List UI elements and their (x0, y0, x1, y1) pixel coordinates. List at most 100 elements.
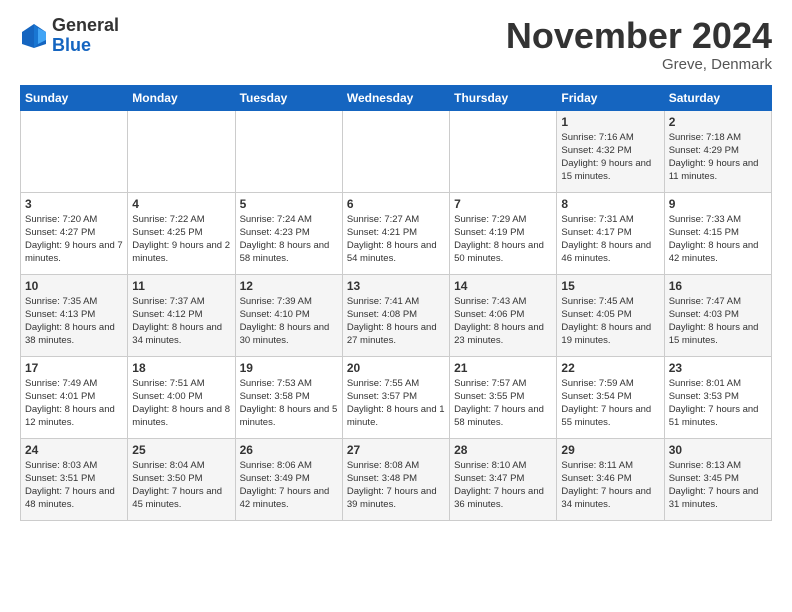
calendar-cell-w3d5: 22Sunrise: 7:59 AM Sunset: 3:54 PM Dayli… (557, 356, 664, 438)
calendar-cell-w3d0: 17 Sunrise: 7:49 AM Sunset: 4:01 PM Dayli… (21, 356, 128, 438)
day-number: 17 (25, 361, 123, 375)
calendar-cell-w2d5: 15 Sunrise: 7:45 AM Sunset: 4:05 PM Dayli… (557, 274, 664, 356)
col-tuesday: Tuesday (235, 85, 342, 110)
calendar-cell-w0d5: 1 Sunrise: 7:16 AM Sunset: 4:32 PM Daylig… (557, 110, 664, 192)
day-info: Sunrise: 7:57 AM Sunset: 3:55 PM Dayligh… (454, 377, 552, 430)
day-number: 21 (454, 361, 552, 375)
location: Greve, Denmark (506, 56, 772, 73)
day-number: 18 (132, 361, 230, 375)
calendar-cell-w0d6: 2 Sunrise: 7:18 AM Sunset: 4:29 PM Daylig… (664, 110, 771, 192)
calendar-cell-w2d3: 13 Sunrise: 7:41 AM Sunset: 4:08 PM Dayli… (342, 274, 449, 356)
col-saturday: Saturday (664, 85, 771, 110)
day-info: Sunrise: 7:29 AM Sunset: 4:19 PM Dayligh… (454, 213, 552, 266)
day-info: Sunrise: 7:18 AM Sunset: 4:29 PM Dayligh… (669, 131, 767, 184)
col-monday: Monday (128, 85, 235, 110)
day-info: Sunrise: 8:01 AM Sunset: 3:53 PM Dayligh… (669, 377, 767, 430)
logo-icon (20, 22, 48, 50)
day-info: Sunrise: 7:47 AM Sunset: 4:03 PM Dayligh… (669, 295, 767, 348)
calendar-cell-w2d6: 16 Sunrise: 7:47 AM Sunset: 4:03 PM Dayli… (664, 274, 771, 356)
day-number: 13 (347, 279, 445, 293)
day-number: 1 (561, 115, 659, 129)
day-number: 14 (454, 279, 552, 293)
calendar-cell-w0d0 (21, 110, 128, 192)
calendar-cell-w2d2: 12 Sunrise: 7:39 AM Sunset: 4:10 PM Dayli… (235, 274, 342, 356)
day-number: 5 (240, 197, 338, 211)
logo-general: General (52, 16, 119, 36)
day-number: 22 (561, 361, 659, 375)
calendar-cell-w1d4: 7Sunrise: 7:29 AM Sunset: 4:19 PM Daylig… (450, 192, 557, 274)
page: General Blue November 2024 Greve, Denmar… (0, 0, 792, 531)
day-info: Sunrise: 7:39 AM Sunset: 4:10 PM Dayligh… (240, 295, 338, 348)
day-info: Sunrise: 8:03 AM Sunset: 3:51 PM Dayligh… (25, 459, 123, 512)
day-info: Sunrise: 7:24 AM Sunset: 4:23 PM Dayligh… (240, 213, 338, 266)
day-info: Sunrise: 7:37 AM Sunset: 4:12 PM Dayligh… (132, 295, 230, 348)
day-info: Sunrise: 7:16 AM Sunset: 4:32 PM Dayligh… (561, 131, 659, 184)
day-number: 28 (454, 443, 552, 457)
day-info: Sunrise: 7:43 AM Sunset: 4:06 PM Dayligh… (454, 295, 552, 348)
calendar-cell-w3d3: 20 Sunrise: 7:55 AM Sunset: 3:57 PM Dayli… (342, 356, 449, 438)
calendar-cell-w1d0: 3 Sunrise: 7:20 AM Sunset: 4:27 PM Daylig… (21, 192, 128, 274)
calendar-cell-w3d2: 19Sunrise: 7:53 AM Sunset: 3:58 PM Dayli… (235, 356, 342, 438)
day-info: Sunrise: 7:31 AM Sunset: 4:17 PM Dayligh… (561, 213, 659, 266)
day-info: Sunrise: 8:08 AM Sunset: 3:48 PM Dayligh… (347, 459, 445, 512)
calendar-cell-w3d1: 18 Sunrise: 7:51 AM Sunset: 4:00 PM Dayli… (128, 356, 235, 438)
day-info: Sunrise: 7:49 AM Sunset: 4:01 PM Dayligh… (25, 377, 123, 430)
col-thursday: Thursday (450, 85, 557, 110)
calendar-cell-w1d6: 9Sunrise: 7:33 AM Sunset: 4:15 PM Daylig… (664, 192, 771, 274)
day-number: 19 (240, 361, 338, 375)
day-number: 11 (132, 279, 230, 293)
calendar-cell-w4d4: 28 Sunrise: 8:10 AM Sunset: 3:47 PM Dayli… (450, 438, 557, 520)
title-block: November 2024 Greve, Denmark (506, 16, 772, 73)
calendar-week-3: 17 Sunrise: 7:49 AM Sunset: 4:01 PM Dayli… (21, 356, 772, 438)
calendar-cell-w4d1: 25Sunrise: 8:04 AM Sunset: 3:50 PM Dayli… (128, 438, 235, 520)
day-info: Sunrise: 7:27 AM Sunset: 4:21 PM Dayligh… (347, 213, 445, 266)
day-info: Sunrise: 7:41 AM Sunset: 4:08 PM Dayligh… (347, 295, 445, 348)
day-info: Sunrise: 7:51 AM Sunset: 4:00 PM Dayligh… (132, 377, 230, 430)
day-number: 16 (669, 279, 767, 293)
day-info: Sunrise: 8:10 AM Sunset: 3:47 PM Dayligh… (454, 459, 552, 512)
calendar-cell-w0d3 (342, 110, 449, 192)
day-number: 20 (347, 361, 445, 375)
day-number: 30 (669, 443, 767, 457)
calendar-cell-w0d2 (235, 110, 342, 192)
header-row: Sunday Monday Tuesday Wednesday Thursday… (21, 85, 772, 110)
day-number: 25 (132, 443, 230, 457)
day-number: 4 (132, 197, 230, 211)
calendar-cell-w1d1: 4Sunrise: 7:22 AM Sunset: 4:25 PM Daylig… (128, 192, 235, 274)
day-number: 9 (669, 197, 767, 211)
calendar-cell-w4d0: 24 Sunrise: 8:03 AM Sunset: 3:51 PM Dayli… (21, 438, 128, 520)
day-info: Sunrise: 8:06 AM Sunset: 3:49 PM Dayligh… (240, 459, 338, 512)
day-number: 6 (347, 197, 445, 211)
calendar-cell-w2d4: 14 Sunrise: 7:43 AM Sunset: 4:06 PM Dayli… (450, 274, 557, 356)
calendar-cell-w2d0: 10 Sunrise: 7:35 AM Sunset: 4:13 PM Dayli… (21, 274, 128, 356)
header: General Blue November 2024 Greve, Denmar… (20, 16, 772, 73)
day-info: Sunrise: 7:35 AM Sunset: 4:13 PM Dayligh… (25, 295, 123, 348)
day-number: 24 (25, 443, 123, 457)
calendar-week-4: 24 Sunrise: 8:03 AM Sunset: 3:51 PM Dayli… (21, 438, 772, 520)
calendar-cell-w4d3: 27 Sunrise: 8:08 AM Sunset: 3:48 PM Dayli… (342, 438, 449, 520)
day-info: Sunrise: 7:55 AM Sunset: 3:57 PM Dayligh… (347, 377, 445, 430)
day-info: Sunrise: 8:13 AM Sunset: 3:45 PM Dayligh… (669, 459, 767, 512)
day-number: 10 (25, 279, 123, 293)
day-number: 27 (347, 443, 445, 457)
day-info: Sunrise: 7:45 AM Sunset: 4:05 PM Dayligh… (561, 295, 659, 348)
logo-text: General Blue (52, 16, 119, 56)
calendar-cell-w0d1 (128, 110, 235, 192)
calendar-cell-w0d4 (450, 110, 557, 192)
day-info: Sunrise: 7:20 AM Sunset: 4:27 PM Dayligh… (25, 213, 123, 266)
day-info: Sunrise: 8:11 AM Sunset: 3:46 PM Dayligh… (561, 459, 659, 512)
day-number: 12 (240, 279, 338, 293)
day-number: 26 (240, 443, 338, 457)
calendar-cell-w1d3: 6 Sunrise: 7:27 AM Sunset: 4:21 PM Daylig… (342, 192, 449, 274)
day-number: 15 (561, 279, 659, 293)
day-number: 2 (669, 115, 767, 129)
calendar-cell-w4d6: 30 Sunrise: 8:13 AM Sunset: 3:45 PM Dayli… (664, 438, 771, 520)
day-number: 29 (561, 443, 659, 457)
calendar-cell-w3d4: 21 Sunrise: 7:57 AM Sunset: 3:55 PM Dayli… (450, 356, 557, 438)
calendar-cell-w3d6: 23Sunrise: 8:01 AM Sunset: 3:53 PM Dayli… (664, 356, 771, 438)
calendar-cell-w1d2: 5 Sunrise: 7:24 AM Sunset: 4:23 PM Daylig… (235, 192, 342, 274)
col-wednesday: Wednesday (342, 85, 449, 110)
day-number: 3 (25, 197, 123, 211)
logo-blue: Blue (52, 36, 119, 56)
calendar-cell-w1d5: 8Sunrise: 7:31 AM Sunset: 4:17 PM Daylig… (557, 192, 664, 274)
